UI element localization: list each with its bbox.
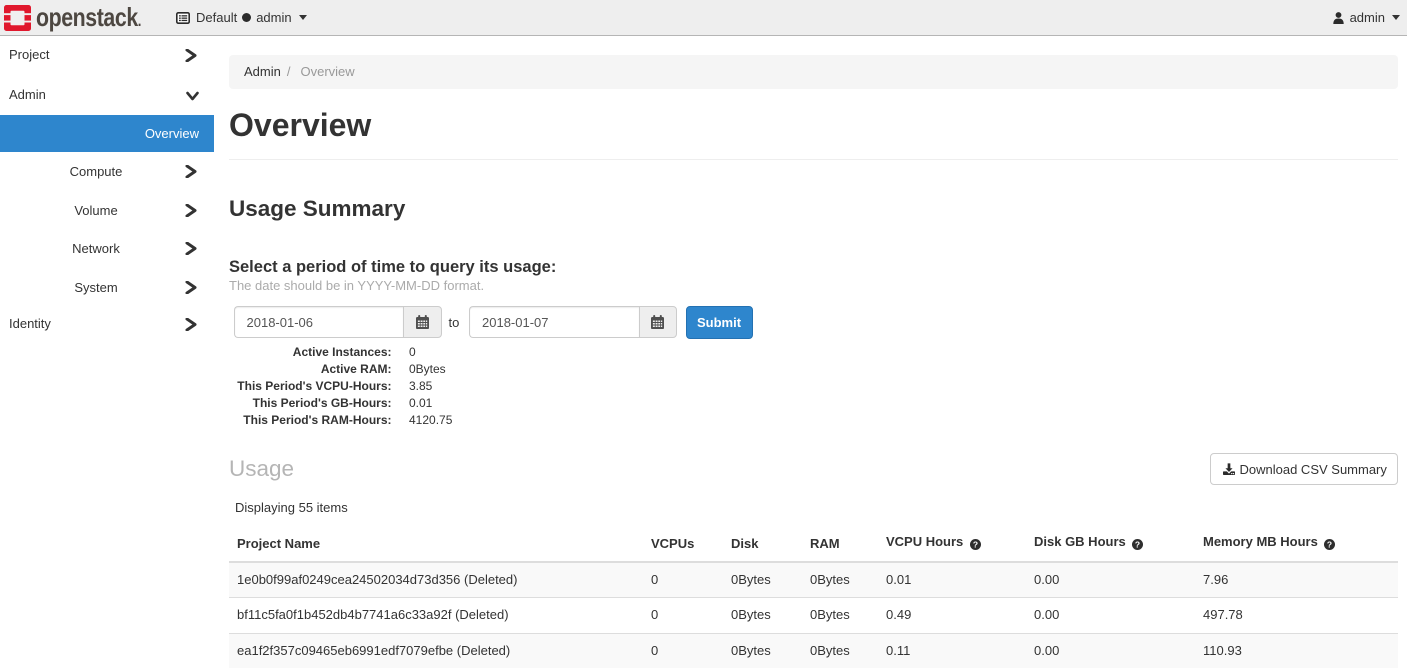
svg-text:?: ? [973, 539, 978, 549]
svg-text:?: ? [1327, 539, 1332, 549]
svg-text:?: ? [1135, 539, 1140, 549]
